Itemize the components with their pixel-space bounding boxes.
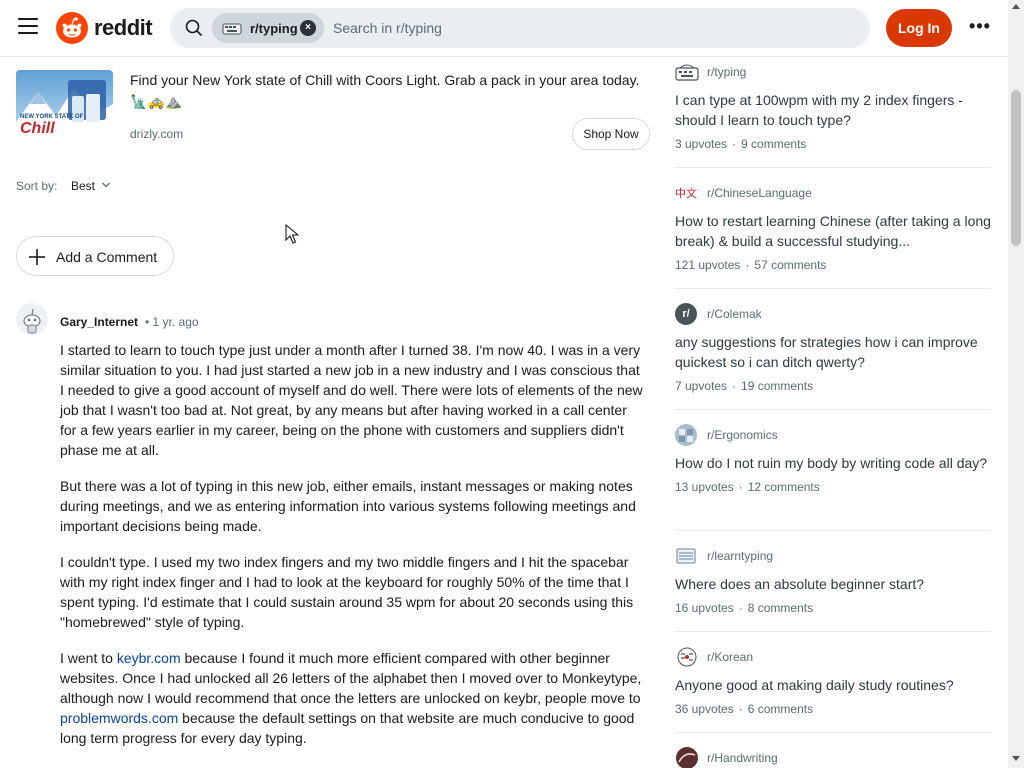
- snoo-avatar-icon: [16, 303, 48, 335]
- post-title[interactable]: Anyone good at making daily study routin…: [675, 675, 991, 695]
- comment-body: I started to learn to touch type just un…: [60, 340, 645, 764]
- comment-timestamp: • 1 yr. ago: [145, 315, 199, 329]
- learntyping-subreddit-icon: [676, 548, 696, 564]
- main-column: NEW YORK STATE OF Chill Find your New Yo…: [0, 57, 660, 768]
- upvote-count: 36 upvotes: [675, 702, 734, 716]
- related-posts-sidebar: r/typing I can type at 100wpm with my 2 …: [660, 57, 1008, 768]
- more-options-icon[interactable]: •••: [966, 16, 994, 40]
- post-title[interactable]: any suggestions for strategies how i can…: [675, 332, 991, 372]
- divider: [675, 631, 991, 632]
- comment-paragraph: But there was a lot of typing in this ne…: [60, 478, 636, 534]
- plus-icon: [29, 249, 45, 265]
- colemak-subreddit-icon: r/: [675, 303, 697, 325]
- chip-close-icon[interactable]: ×: [300, 20, 316, 36]
- sort-label: Sort by:: [16, 179, 58, 193]
- post-title[interactable]: How do I not ruin my body by writing cod…: [675, 453, 991, 473]
- search-input[interactable]: [333, 8, 853, 48]
- subreddit-name[interactable]: r/typing: [707, 65, 746, 79]
- divider: [675, 530, 991, 531]
- comment-paragraph: I went to keybr.com because I found it m…: [60, 648, 645, 748]
- comment-count: 57 comments: [754, 258, 827, 272]
- login-button[interactable]: Log In: [886, 9, 952, 47]
- related-post[interactable]: r/typing I can type at 100wpm with my 2 …: [675, 61, 991, 151]
- ad-headline[interactable]: Find your New York state of Chill with C…: [130, 70, 650, 112]
- chevron-down-icon[interactable]: [101, 180, 111, 190]
- post-stats: 16 upvotes · 8 comments: [675, 601, 814, 615]
- ad-image-brand: Chill: [20, 120, 55, 137]
- divider: [675, 167, 991, 168]
- subreddit-name[interactable]: r/Korean: [707, 650, 753, 664]
- ergonomics-subreddit-icon: [675, 424, 697, 446]
- post-stats: 36 upvotes · 6 comments: [675, 702, 814, 716]
- upvote-count: 7 upvotes: [675, 379, 728, 393]
- ad-domain[interactable]: drizly.com: [130, 127, 183, 141]
- related-post[interactable]: r/learntyping Where does an absolute beg…: [675, 545, 991, 615]
- scroll-up-arrow-icon[interactable]: [1012, 3, 1020, 11]
- subreddit-name[interactable]: r/learntyping: [707, 549, 773, 563]
- search-icon: [185, 19, 203, 37]
- post-title[interactable]: Where does an absolute beginner start?: [675, 574, 991, 594]
- shop-now-button[interactable]: Shop Now: [572, 118, 650, 150]
- korean-subreddit-icon: [677, 647, 697, 667]
- divider: [675, 409, 991, 410]
- upvote-count: 121 upvotes: [675, 258, 741, 272]
- comment-count: 12 comments: [747, 480, 820, 494]
- subreddit-name[interactable]: r/Colemak: [707, 307, 762, 321]
- comment-avatar[interactable]: [16, 303, 48, 335]
- reddit-logo[interactable]: reddit: [56, 12, 153, 44]
- related-post[interactable]: r/Korean Anyone good at making daily stu…: [675, 646, 991, 716]
- add-comment-label: Add a Comment: [56, 249, 158, 265]
- problemwords-link[interactable]: problemwords.com: [60, 710, 178, 726]
- page-scrollbar[interactable]: [1008, 0, 1024, 768]
- divider: [675, 288, 991, 289]
- subreddit-search-chip[interactable]: r/typing ×: [212, 13, 324, 43]
- comment-paragraph: I couldn't type. I used my two index fin…: [60, 554, 634, 630]
- top-header: reddit r/typing × Log In •••: [0, 0, 1008, 57]
- comment-author[interactable]: Gary_Internet: [60, 315, 138, 329]
- comment-text: I went to: [60, 650, 117, 666]
- post-stats: 13 upvotes · 12 comments: [675, 480, 820, 494]
- reddit-wordmark: reddit: [94, 15, 153, 40]
- chinese-language-icon: 中文: [675, 187, 697, 200]
- typing-subreddit-icon: [675, 64, 699, 81]
- post-stats: 7 upvotes · 19 comments: [675, 379, 814, 393]
- post-stats: 121 upvotes · 57 comments: [675, 258, 827, 272]
- search-bar[interactable]: r/typing ×: [170, 8, 870, 48]
- divider: [675, 732, 991, 733]
- related-post[interactable]: r/ r/Colemak any suggestions for strateg…: [675, 303, 991, 393]
- upvote-count: 16 upvotes: [675, 601, 734, 615]
- post-title[interactable]: I can type at 100wpm with my 2 index fin…: [675, 90, 991, 130]
- comment-count: 9 comments: [741, 137, 807, 151]
- scrollbar-thumb[interactable]: [1011, 90, 1021, 246]
- chip-label: r/typing: [250, 21, 298, 36]
- related-post[interactable]: r/Handwriting: [675, 747, 991, 768]
- comment-count: 6 comments: [747, 702, 814, 716]
- comment-count: 19 comments: [741, 379, 814, 393]
- comment-count: 8 comments: [747, 601, 814, 615]
- upvote-count: 3 upvotes: [675, 137, 728, 151]
- subreddit-name[interactable]: r/Ergonomics: [707, 428, 778, 442]
- add-comment-button[interactable]: Add a Comment: [16, 236, 174, 276]
- comment-paragraph: I started to learn to touch type just un…: [60, 342, 643, 458]
- reddit-snoo-icon: [56, 12, 88, 44]
- ad-image[interactable]: NEW YORK STATE OF Chill: [16, 70, 113, 142]
- upvote-count: 13 upvotes: [675, 480, 734, 494]
- sort-dropdown[interactable]: Best: [71, 179, 95, 193]
- post-stats: 3 upvotes · 9 comments: [675, 137, 807, 151]
- subreddit-name[interactable]: r/Handwriting: [707, 751, 778, 765]
- related-post[interactable]: r/Ergonomics How do I not ruin my body b…: [675, 424, 991, 494]
- related-post[interactable]: 中文 r/ChineseLanguage How to restart lear…: [675, 182, 991, 272]
- handwriting-subreddit-icon: [676, 747, 698, 768]
- mouse-cursor-icon: [285, 224, 299, 244]
- post-title[interactable]: How to restart learning Chinese (after t…: [675, 211, 991, 251]
- scroll-down-arrow-icon[interactable]: [1012, 754, 1020, 762]
- subreddit-name[interactable]: r/ChineseLanguage: [707, 186, 812, 200]
- hamburger-menu-icon[interactable]: [18, 18, 38, 36]
- typing-subreddit-icon: [222, 23, 242, 35]
- keybr-link[interactable]: keybr.com: [117, 650, 181, 666]
